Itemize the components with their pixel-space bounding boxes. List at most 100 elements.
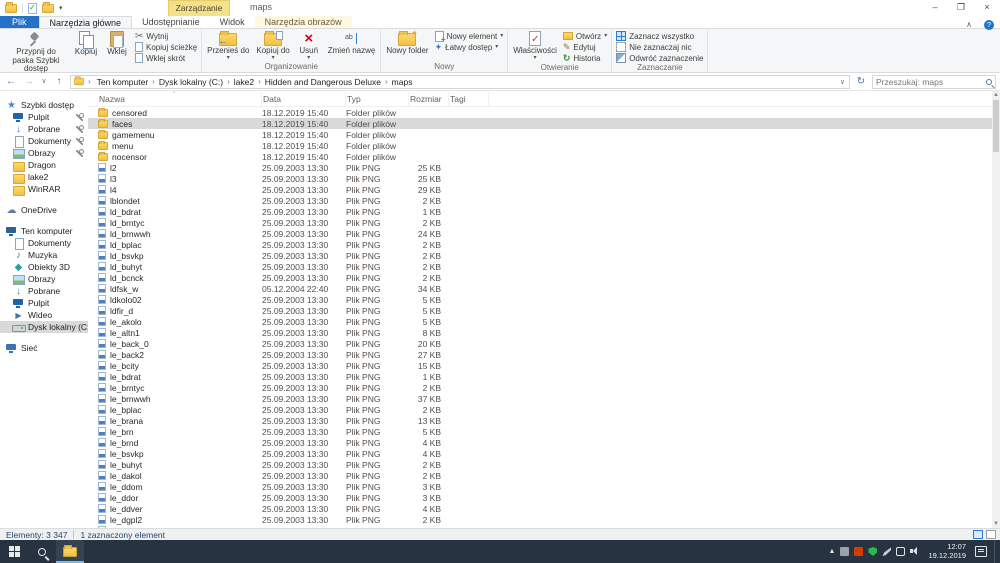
sidebar-item[interactable]: Ten komputer xyxy=(0,225,88,237)
file-row[interactable]: le_brntyc 25.09.2003 13:30 Plik PNG 2 KB xyxy=(88,382,992,393)
file-row[interactable]: ld_bdrat 25.09.2003 13:30 Plik PNG 1 KB xyxy=(88,206,992,217)
file-row[interactable]: censored 18.12.2019 15:40 Folder plików xyxy=(88,107,992,118)
ribbon-tab[interactable]: Plik xyxy=(0,16,39,28)
back-button[interactable]: ← xyxy=(4,75,18,89)
ribbon-collapse-icon[interactable]: ∧ xyxy=(966,20,972,29)
column-header[interactable]: Tagi xyxy=(449,92,489,106)
tray-app-icon-2[interactable] xyxy=(854,547,863,556)
forward-button[interactable]: → xyxy=(22,75,36,89)
minimize-button[interactable]: – xyxy=(922,0,948,16)
file-row[interactable]: le_brn 25.09.2003 13:30 Plik PNG 5 KB xyxy=(88,426,992,437)
start-button[interactable] xyxy=(0,540,28,563)
scroll-up-icon[interactable]: ▲ xyxy=(992,91,1000,99)
ribbon-tab[interactable]: Narzędzia główne xyxy=(39,16,133,28)
tray-expand-icon[interactable]: ▲ xyxy=(829,548,836,555)
action-center-icon[interactable] xyxy=(975,546,987,557)
breadcrumb-link[interactable]: lake2 xyxy=(231,77,257,87)
open-button[interactable]: Otwórz ▾ xyxy=(561,31,609,41)
file-row[interactable]: le_ddom 25.09.2003 13:30 Plik PNG 3 KB xyxy=(88,481,992,492)
move-to-button[interactable]: ← Przenieś do ▾ xyxy=(204,30,252,62)
file-row[interactable]: nocensor 18.12.2019 15:40 Folder plików xyxy=(88,151,992,162)
ribbon-tab[interactable]: Widok xyxy=(210,16,255,28)
file-row[interactable]: l4 25.09.2003 13:30 Plik PNG 29 KB xyxy=(88,184,992,195)
sidebar-item[interactable]: Obrazy xyxy=(0,273,88,285)
file-row[interactable]: gamemenu 18.12.2019 15:40 Folder plików xyxy=(88,129,992,140)
show-desktop-button[interactable] xyxy=(994,540,998,563)
sidebar-item[interactable]: Pobrane xyxy=(0,285,88,297)
file-row[interactable]: le_bplac 25.09.2003 13:30 Plik PNG 2 KB xyxy=(88,404,992,415)
file-row[interactable]: le_altn1 25.09.2003 13:30 Plik PNG 8 KB xyxy=(88,327,992,338)
recent-locations-dropdown-icon[interactable]: ∨ xyxy=(40,75,48,89)
cut-button[interactable]: ✂ Wytnij xyxy=(133,31,199,41)
sidebar-item[interactable]: Wideo xyxy=(0,309,88,321)
breadcrumb-link[interactable]: maps xyxy=(389,77,416,87)
rename-button[interactable]: Zmień nazwę xyxy=(325,30,379,57)
file-row[interactable]: le_dkolo 25.09.2003 13:30 Plik PNG 3 KB xyxy=(88,525,992,528)
taskbar-file-explorer-button[interactable] xyxy=(56,540,84,563)
up-button[interactable]: ↑ xyxy=(52,75,66,89)
sidebar-item[interactable]: Pobrane xyxy=(0,123,88,135)
taskbar-search-button[interactable] xyxy=(28,540,56,563)
file-row[interactable]: ldfsk_w 05.12.2004 22:40 Plik PNG 34 KB xyxy=(88,283,992,294)
column-header[interactable]: Rozmiar xyxy=(409,92,449,106)
file-row[interactable]: le_dakol 25.09.2003 13:30 Plik PNG 2 KB xyxy=(88,470,992,481)
sidebar-item[interactable]: Obrazy xyxy=(0,147,88,159)
qat-dropdown-icon[interactable]: ▾ xyxy=(59,4,63,12)
select-none-button[interactable]: Nie zaznaczaj nic xyxy=(614,42,705,52)
file-row[interactable]: le_back2 25.09.2003 13:30 Plik PNG 27 KB xyxy=(88,349,992,360)
search-input[interactable] xyxy=(876,77,986,87)
contextual-tab-header[interactable]: Zarządzanie xyxy=(168,0,230,16)
address-dropdown-icon[interactable]: ∨ xyxy=(840,78,847,86)
sidebar-item[interactable]: Pulpit xyxy=(0,111,88,123)
new-folder-quick-icon[interactable] xyxy=(42,4,54,13)
chat-icon[interactable] xyxy=(896,547,905,556)
sidebar-item[interactable]: WinRAR xyxy=(0,183,88,195)
sidebar-item[interactable]: Dragon xyxy=(0,159,88,171)
column-header[interactable]: Typ xyxy=(346,92,409,106)
pin-to-quick-access-button[interactable]: Przypnij do paska Szybki dostęp xyxy=(2,30,70,75)
column-header[interactable]: Data xyxy=(262,92,346,106)
thumbnails-view-button[interactable] xyxy=(986,530,996,539)
security-shield-icon[interactable] xyxy=(868,547,877,556)
sidebar-item[interactable]: Sieć xyxy=(0,342,88,354)
sidebar-item[interactable]: Pulpit xyxy=(0,297,88,309)
sidebar-item[interactable]: Obiekty 3D xyxy=(0,261,88,273)
sidebar-item[interactable]: Dysk lokalny (C:) xyxy=(0,321,88,333)
sidebar-item[interactable]: Szybki dostęp xyxy=(0,99,88,111)
copy-path-button[interactable]: Kopiuj ścieżkę xyxy=(133,42,199,52)
sidebar-item[interactable]: Dokumenty xyxy=(0,237,88,249)
copy-button[interactable]: Kopiuj xyxy=(71,30,101,58)
paste-shortcut-button[interactable]: Wklej skrót xyxy=(133,53,199,63)
file-row[interactable]: ld_bsvkp 25.09.2003 13:30 Plik PNG 2 KB xyxy=(88,250,992,261)
help-icon[interactable]: ? xyxy=(984,20,994,30)
close-button[interactable]: × xyxy=(974,0,1000,16)
restore-button[interactable]: ❐ xyxy=(948,0,974,16)
refresh-icon[interactable]: ↻ xyxy=(854,76,868,87)
history-button[interactable]: ↻ Historia xyxy=(561,53,609,63)
file-row[interactable]: le_ddver 25.09.2003 13:30 Plik PNG 4 KB xyxy=(88,503,992,514)
edit-button[interactable]: ✎ Edytuj xyxy=(561,42,609,52)
sidebar-item[interactable]: Dokumenty xyxy=(0,135,88,147)
volume-icon[interactable] xyxy=(910,547,919,556)
ribbon-tab[interactable]: Udostępnianie xyxy=(132,16,210,28)
file-row[interactable]: lblondet 25.09.2003 13:30 Plik PNG 2 KB xyxy=(88,195,992,206)
file-row[interactable]: le_dgpl2 25.09.2003 13:30 Plik PNG 2 KB xyxy=(88,514,992,525)
file-row[interactable]: ldfir_d 25.09.2003 13:30 Plik PNG 5 KB xyxy=(88,305,992,316)
file-row[interactable]: ld_bplac 25.09.2003 13:30 Plik PNG 2 KB xyxy=(88,239,992,250)
select-all-button[interactable]: Zaznacz wszystko xyxy=(614,31,705,41)
file-row[interactable]: l3 25.09.2003 13:30 Plik PNG 25 KB xyxy=(88,173,992,184)
file-row[interactable]: ld_brntyc 25.09.2003 13:30 Plik PNG 2 KB xyxy=(88,217,992,228)
scroll-down-icon[interactable]: ▼ xyxy=(992,520,1000,528)
file-row[interactable]: l2 25.09.2003 13:30 Plik PNG 25 KB xyxy=(88,162,992,173)
properties-button[interactable]: Właściwości ▾ xyxy=(510,30,560,62)
details-view-button[interactable] xyxy=(973,530,983,539)
scrollbar-thumb[interactable] xyxy=(993,100,999,152)
file-row[interactable]: ld_bcnck 25.09.2003 13:30 Plik PNG 2 KB xyxy=(88,272,992,283)
file-row[interactable]: ldkolo02 25.09.2003 13:30 Plik PNG 5 KB xyxy=(88,294,992,305)
ribbon-tab[interactable]: Narzędzia obrazów xyxy=(255,16,352,28)
new-item-button[interactable]: Nowy element ▾ xyxy=(433,31,506,41)
file-row[interactable]: faces 18.12.2019 15:40 Folder plików xyxy=(88,118,992,129)
sidebar-item[interactable]: OneDrive xyxy=(0,204,88,216)
file-row[interactable]: le_back_0 25.09.2003 13:30 Plik PNG 20 K… xyxy=(88,338,992,349)
file-row[interactable]: le_brana 25.09.2003 13:30 Plik PNG 13 KB xyxy=(88,415,992,426)
